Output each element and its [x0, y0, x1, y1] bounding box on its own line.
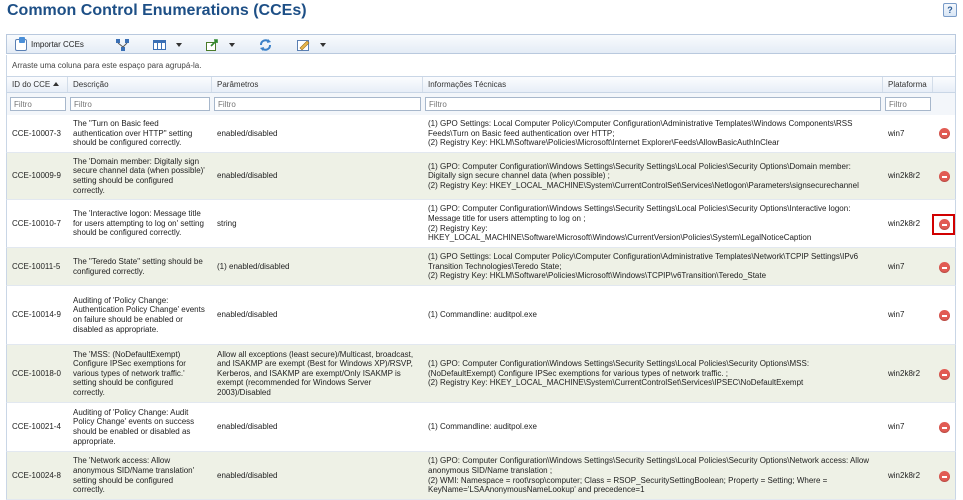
column-header-id-label: ID do CCE [12, 80, 51, 89]
column-header-description[interactable]: Descrição [68, 77, 212, 92]
column-header-technical-label: Informações Técnicas [428, 80, 507, 89]
filter-id-input[interactable] [10, 97, 66, 111]
cell-parameters: string [217, 218, 237, 228]
columns-menu-button[interactable] [153, 37, 182, 52]
import-cces-label: Importar CCEs [31, 40, 84, 49]
hierarchy-icon [116, 38, 129, 51]
cell-parameters: enabled/disabled [217, 422, 278, 432]
edit-icon [297, 39, 310, 51]
cell-description: The 'Network access: Allow anonymous SID… [73, 456, 195, 495]
column-header-id[interactable]: ID do CCE [7, 77, 68, 92]
table-row[interactable]: CCE-10014-9 Auditing of 'Policy Change: … [6, 286, 956, 345]
columns-icon [153, 39, 166, 50]
cell-id: CCE-10014-9 [12, 310, 61, 320]
table-row[interactable]: CCE-10024-8 The 'Network access: Allow a… [6, 452, 956, 500]
cell-platform: win2k8r2 [888, 368, 921, 378]
delete-icon[interactable] [939, 471, 950, 482]
refresh-button[interactable] [259, 37, 272, 52]
chevron-down-icon [176, 42, 182, 47]
cell-description: Auditing of 'Policy Change: Authenticati… [73, 295, 205, 334]
cell-id: CCE-10024-8 [12, 470, 61, 480]
import-cces-button[interactable]: Importar CCEs [15, 36, 84, 52]
filter-description-input[interactable] [70, 97, 210, 111]
delete-icon[interactable] [939, 171, 950, 182]
column-header-platform[interactable]: Plataforma [883, 77, 933, 92]
table-row[interactable]: CCE-10009-9 The 'Domain member: Digitall… [6, 153, 956, 200]
grid-toolbar: Importar CCEs [6, 34, 956, 54]
cell-description: Auditing of 'Policy Change: Audit Policy… [73, 407, 195, 446]
column-header-description-label: Descrição [73, 80, 109, 89]
cell-technical: (1) GPO: Computer Configuration\Windows … [428, 456, 870, 495]
cell-id: CCE-10010-7 [12, 218, 61, 228]
cell-parameters: (1) enabled/disabled [217, 261, 290, 271]
delete-icon[interactable] [939, 262, 950, 273]
cell-id: CCE-10007-3 [12, 128, 61, 138]
cell-platform: win7 [888, 261, 905, 271]
cell-technical: (1) Commandline: auditpol.exe [428, 422, 537, 432]
table-row[interactable]: CCE-10007-3 The "Turn on Basic feed auth… [6, 115, 956, 153]
column-header-parameters[interactable]: Parâmetros [212, 77, 423, 92]
cell-technical: (1) GPO: Computer Configuration\Windows … [428, 359, 810, 388]
export-icon [206, 38, 218, 51]
cell-technical: (1) GPO Settings: Local Computer Policy\… [428, 119, 853, 148]
cell-id: CCE-10018-0 [12, 368, 61, 378]
filter-row [6, 93, 956, 115]
page-title: Common Control Enumerations (CCEs) [7, 2, 307, 19]
delete-icon[interactable] [939, 310, 950, 321]
table-row[interactable]: CCE-10011-5 The "Teredo State" setting s… [6, 248, 956, 286]
cell-description: The 'Interactive logon: Message title fo… [73, 209, 204, 238]
sort-asc-icon [53, 82, 60, 86]
cell-platform: win2k8r2 [888, 470, 921, 480]
refresh-icon [260, 38, 271, 51]
help-icon[interactable]: ? [943, 3, 957, 17]
cell-description: The 'Domain member: Digitally sign secur… [73, 156, 205, 195]
delete-icon[interactable] [939, 128, 950, 139]
cell-technical: (1) GPO Settings: Local Computer Policy\… [428, 252, 859, 281]
cell-platform: win2k8r2 [888, 171, 921, 181]
table-row[interactable]: CCE-10021-4 Auditing of 'Policy Change: … [6, 403, 956, 452]
column-header-parameters-label: Parâmetros [217, 80, 259, 89]
chevron-down-icon [229, 42, 235, 47]
cell-description: The 'MSS: (NoDefaultExempt) Configure IP… [73, 349, 186, 397]
cell-parameters: enabled/disabled [217, 128, 278, 138]
selected-delete-highlight [932, 214, 955, 235]
export-menu-button[interactable] [206, 37, 235, 52]
cell-platform: win7 [888, 422, 905, 432]
cell-parameters: enabled/disabled [217, 470, 278, 480]
cell-parameters: Allow all exceptions (least secure)/Mult… [217, 349, 414, 397]
column-header-platform-label: Plataforma [888, 80, 927, 89]
cell-platform: win7 [888, 128, 905, 138]
delete-icon[interactable] [939, 422, 950, 433]
cell-technical: (1) GPO: Computer Configuration\Windows … [428, 161, 859, 190]
cell-id: CCE-10021-4 [12, 422, 61, 432]
import-icon [15, 36, 27, 51]
delete-icon[interactable] [939, 369, 950, 380]
hierarchy-button[interactable] [116, 37, 129, 52]
table-row[interactable]: CCE-10018-0 The 'MSS: (NoDefaultExempt) … [6, 345, 956, 403]
chevron-down-icon [320, 42, 326, 47]
grid-header: ID do CCE Descrição Parâmetros Informaçõ… [6, 76, 956, 93]
cell-platform: win2k8r2 [888, 218, 921, 228]
cell-technical: (1) Commandline: auditpol.exe [428, 310, 537, 320]
cell-id: CCE-10011-5 [12, 261, 61, 271]
cell-platform: win7 [888, 310, 905, 320]
cell-id: CCE-10009-9 [12, 171, 61, 181]
filter-parameters-input[interactable] [214, 97, 421, 111]
edit-menu-button[interactable] [297, 37, 326, 52]
group-drop-area[interactable]: Arraste uma coluna para este espaço para… [6, 55, 956, 76]
cell-description: The "Turn on Basic feed authentication o… [73, 119, 193, 148]
column-header-technical[interactable]: Informações Técnicas [423, 77, 883, 92]
cell-parameters: enabled/disabled [217, 171, 278, 181]
cell-parameters: enabled/disabled [217, 310, 278, 320]
filter-technical-input[interactable] [425, 97, 881, 111]
filter-platform-input[interactable] [885, 97, 931, 111]
table-row[interactable]: CCE-10010-7 The 'Interactive logon: Mess… [6, 200, 956, 248]
cell-description: The "Teredo State" setting should be con… [73, 256, 203, 276]
cell-technical: (1) GPO: Computer Configuration\Windows … [428, 204, 851, 243]
